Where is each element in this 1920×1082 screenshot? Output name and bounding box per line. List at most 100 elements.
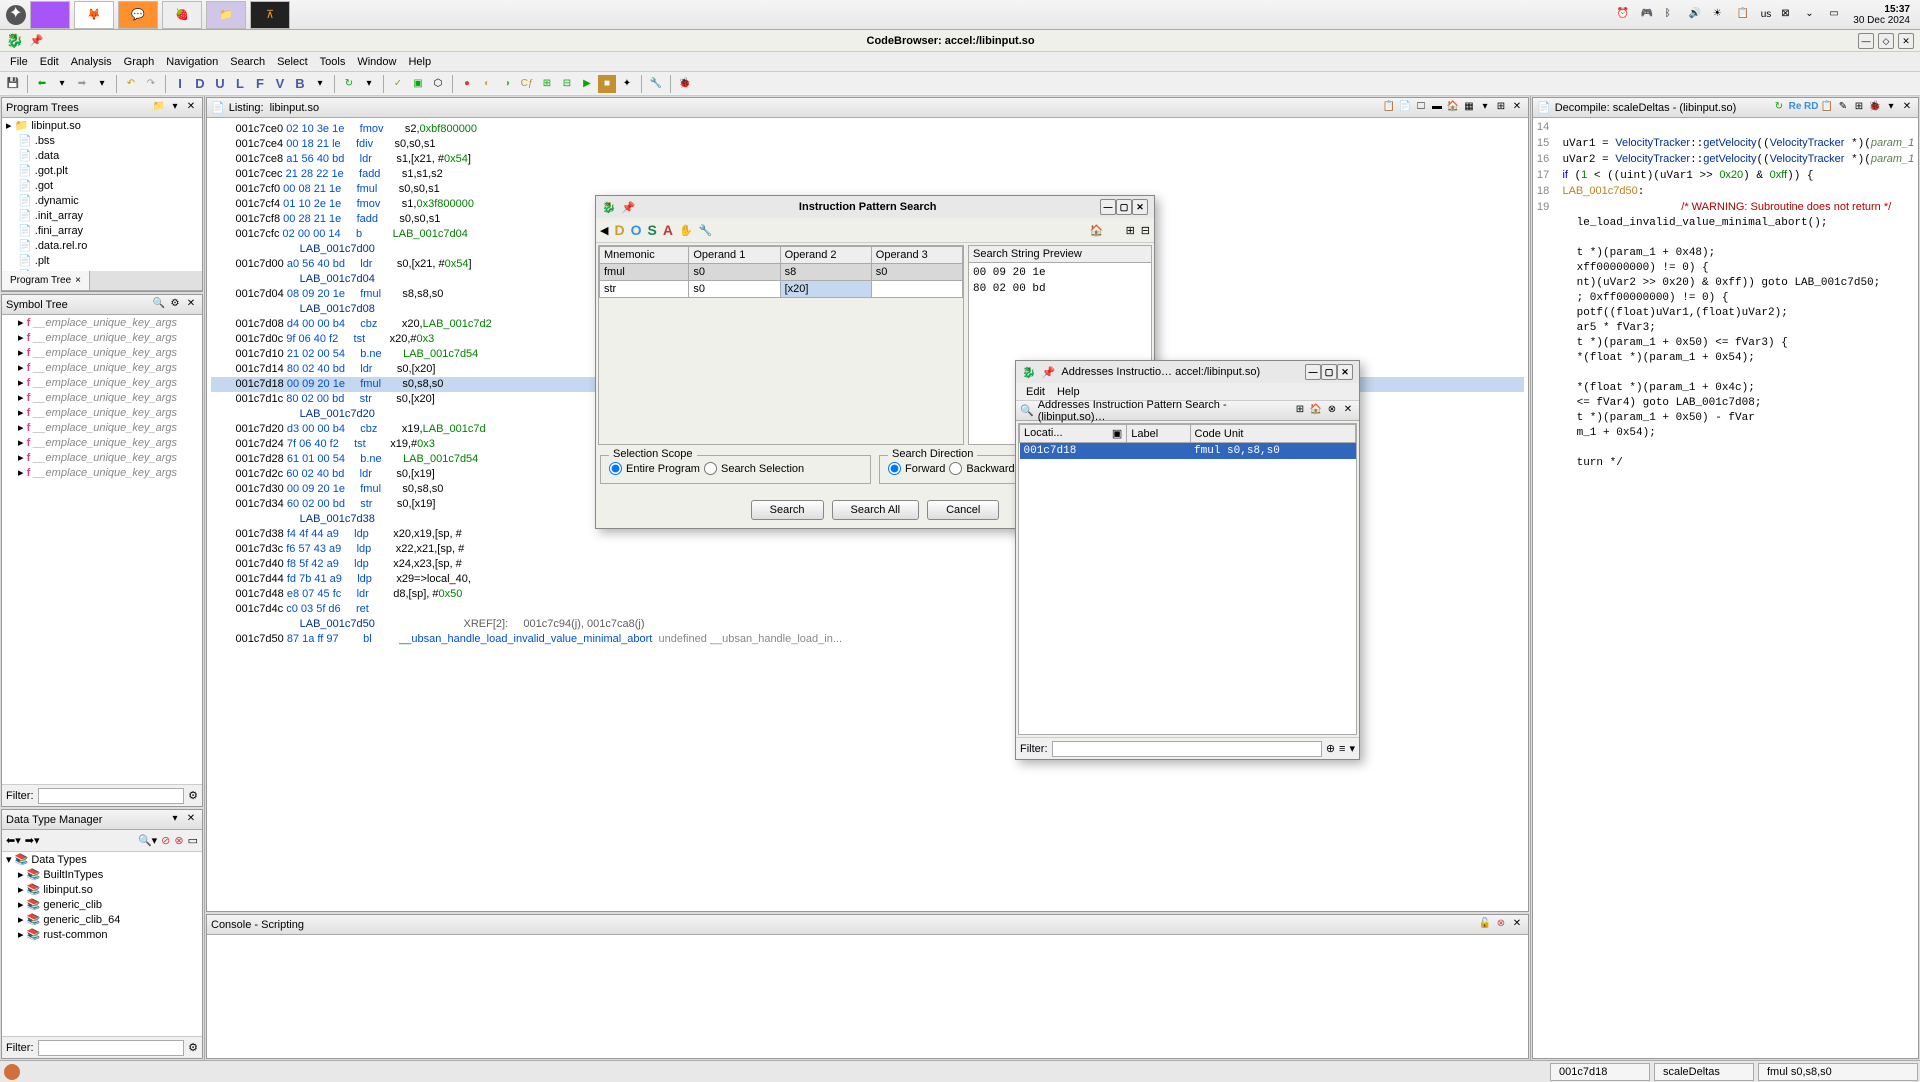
check-icon[interactable]: ✓ xyxy=(389,75,407,93)
battery-icon[interactable]: ▭ xyxy=(1829,8,1843,22)
task-item-files[interactable]: 📁 xyxy=(206,1,246,29)
graph-icon[interactable]: ⬡ xyxy=(429,75,447,93)
res-pi3[interactable]: ⊗ xyxy=(1325,404,1339,418)
menu-tools[interactable]: Tools xyxy=(314,56,352,68)
fwd-icon[interactable]: ➡ xyxy=(73,75,91,93)
dlg-pin[interactable]: 📌 xyxy=(622,201,636,214)
brightness-icon[interactable]: ☀ xyxy=(1713,8,1727,22)
minimize-button[interactable]: — xyxy=(1858,33,1874,49)
pin-icon[interactable]: 📌 xyxy=(29,34,43,47)
dropdown-icon[interactable]: ▾ xyxy=(311,75,329,93)
dc-i8[interactable]: ▾ xyxy=(1884,101,1898,115)
menu-edit[interactable]: Edit xyxy=(34,56,65,68)
pattern-table[interactable]: Mnemonic Operand 1 Operand 2 Operand 3 f… xyxy=(599,246,963,298)
dtm-i4[interactable]: ▭ xyxy=(188,834,198,847)
close-button[interactable]: ✕ xyxy=(1898,33,1914,49)
box-icon[interactable]: ▣ xyxy=(409,75,427,93)
st-item[interactable]: ▸ f __emplace_unique_key_args xyxy=(2,465,202,480)
col-op2[interactable]: Operand 2 xyxy=(780,247,871,264)
task-item-app[interactable]: 🍓 xyxy=(162,1,202,29)
network-icon[interactable]: ⊠ xyxy=(1781,8,1795,22)
dlg-grid2-icon[interactable]: ⊟ xyxy=(1141,224,1150,237)
res-col-location[interactable]: Locati... ▣ xyxy=(1020,425,1127,443)
mode-A[interactable]: A xyxy=(663,222,673,238)
dtm-i1[interactable]: 🔍▾ xyxy=(138,834,157,847)
bluetooth-icon[interactable]: ᛒ xyxy=(1665,8,1679,22)
dc-i6[interactable]: ⊞ xyxy=(1852,101,1866,115)
res-pi1[interactable]: ⊞ xyxy=(1293,404,1307,418)
controller-icon[interactable]: 🎮 xyxy=(1641,8,1655,22)
grid-icon[interactable]: ⊞ xyxy=(538,75,556,93)
li-i8[interactable]: ⊞ xyxy=(1494,101,1508,115)
pattern-row-2[interactable]: str s0 [x20] xyxy=(600,281,963,298)
yellow-icon[interactable]: ◐ xyxy=(478,75,496,93)
res-max[interactable]: ▢ xyxy=(1321,364,1337,380)
cancel-button[interactable]: Cancel xyxy=(927,500,999,520)
res-close[interactable]: ✕ xyxy=(1337,364,1353,380)
dlg-close[interactable]: ✕ xyxy=(1132,199,1148,215)
pt-item[interactable]: 📄 .got.plt xyxy=(2,163,202,178)
task-item-firefox[interactable]: 🦊 xyxy=(74,1,114,29)
play-icon[interactable]: ▶ xyxy=(578,75,596,93)
st-filter-input[interactable] xyxy=(38,788,185,804)
res-filter-i3[interactable]: ▾ xyxy=(1349,742,1355,755)
st-close[interactable]: ✕ xyxy=(184,298,198,312)
dc-i4[interactable]: 📋 xyxy=(1820,101,1834,115)
li-i7[interactable]: ▾ xyxy=(1478,101,1492,115)
menu-navigation[interactable]: Navigation xyxy=(160,56,224,68)
pt-item[interactable]: 📄 .bss xyxy=(2,133,202,148)
tb-letter-B[interactable]: B xyxy=(291,75,309,93)
res-pin[interactable]: 📌 xyxy=(1042,366,1056,379)
mode-O[interactable]: O xyxy=(631,222,642,238)
res-filter-i1[interactable]: ⊕ xyxy=(1326,742,1335,755)
radio-forward[interactable] xyxy=(888,462,901,475)
menu-select[interactable]: Select xyxy=(271,56,314,68)
pt-item[interactable]: 📄 .data xyxy=(2,148,202,163)
grid2-icon[interactable]: ⊟ xyxy=(558,75,576,93)
tb-letter-D[interactable]: D xyxy=(191,75,209,93)
dtm-i2[interactable]: ⊘ xyxy=(161,834,170,847)
search-all-button[interactable]: Search All xyxy=(832,500,920,520)
radio-entire-program[interactable] xyxy=(609,462,622,475)
program-tree-tab[interactable]: Program Tree× xyxy=(2,271,90,290)
res-pi2[interactable]: 🏠 xyxy=(1309,404,1323,418)
st-item[interactable]: ▸ f __emplace_unique_key_args xyxy=(2,390,202,405)
decompile-content[interactable]: 14 15 uVar1 = VelocityTracker::getVeloci… xyxy=(1533,118,1918,1058)
li-i5[interactable]: 🏠 xyxy=(1446,101,1460,115)
save-icon[interactable]: 💾 xyxy=(4,75,22,93)
green-icon[interactable]: ◑ xyxy=(498,75,516,93)
dc-i2[interactable]: Re xyxy=(1788,101,1802,115)
cycle2-icon[interactable]: ▾ xyxy=(360,75,378,93)
dlg-home-icon[interactable]: 🏠 xyxy=(1090,224,1104,237)
dtm-fwd[interactable]: ➡▾ xyxy=(25,834,40,847)
dtm-root[interactable]: ▾ 📚 Data Types xyxy=(2,852,202,867)
col-op1[interactable]: Operand 1 xyxy=(689,247,780,264)
keyboard-layout[interactable]: us xyxy=(1761,9,1772,20)
wrench-icon[interactable]: 🔧 xyxy=(647,75,665,93)
pt-item[interactable]: 📄 .init_array xyxy=(2,208,202,223)
dlg-max[interactable]: ▢ xyxy=(1116,199,1132,215)
res-pi-close[interactable]: ✕ xyxy=(1341,404,1355,418)
pt-close[interactable]: ✕ xyxy=(184,101,198,115)
tb-letter-F[interactable]: F xyxy=(251,75,269,93)
mode-D[interactable]: D xyxy=(614,222,624,238)
res-filter-i2[interactable]: ≡ xyxy=(1339,743,1345,755)
res-col-label[interactable]: Label xyxy=(1127,425,1190,443)
system-clock[interactable]: 15:37 30 Dec 2024 xyxy=(1853,4,1910,26)
st-item[interactable]: ▸ f __emplace_unique_key_args xyxy=(2,345,202,360)
tb-letter-L[interactable]: L xyxy=(231,75,249,93)
st-icon2[interactable]: ⚙ xyxy=(168,298,182,312)
pt-item[interactable]: 📄 .fini_array xyxy=(2,223,202,238)
radio-backward[interactable] xyxy=(949,462,962,475)
st-filter-icon[interactable]: ⚙ xyxy=(188,789,198,802)
dc-i1[interactable]: ↻ xyxy=(1772,101,1786,115)
pt-icon1[interactable]: 📁 xyxy=(152,101,166,115)
menu-help[interactable]: Help xyxy=(402,56,437,68)
menu-window[interactable]: Window xyxy=(351,56,402,68)
dlg-min[interactable]: — xyxy=(1100,199,1116,215)
task-item-discord[interactable]: 💬 xyxy=(118,1,158,29)
res-menu-help[interactable]: Help xyxy=(1051,386,1086,398)
dtm-close[interactable]: ✕ xyxy=(184,813,198,827)
fwd-drop-icon[interactable]: ▾ xyxy=(93,75,111,93)
pt-item[interactable]: 📄 .dynamic xyxy=(2,193,202,208)
